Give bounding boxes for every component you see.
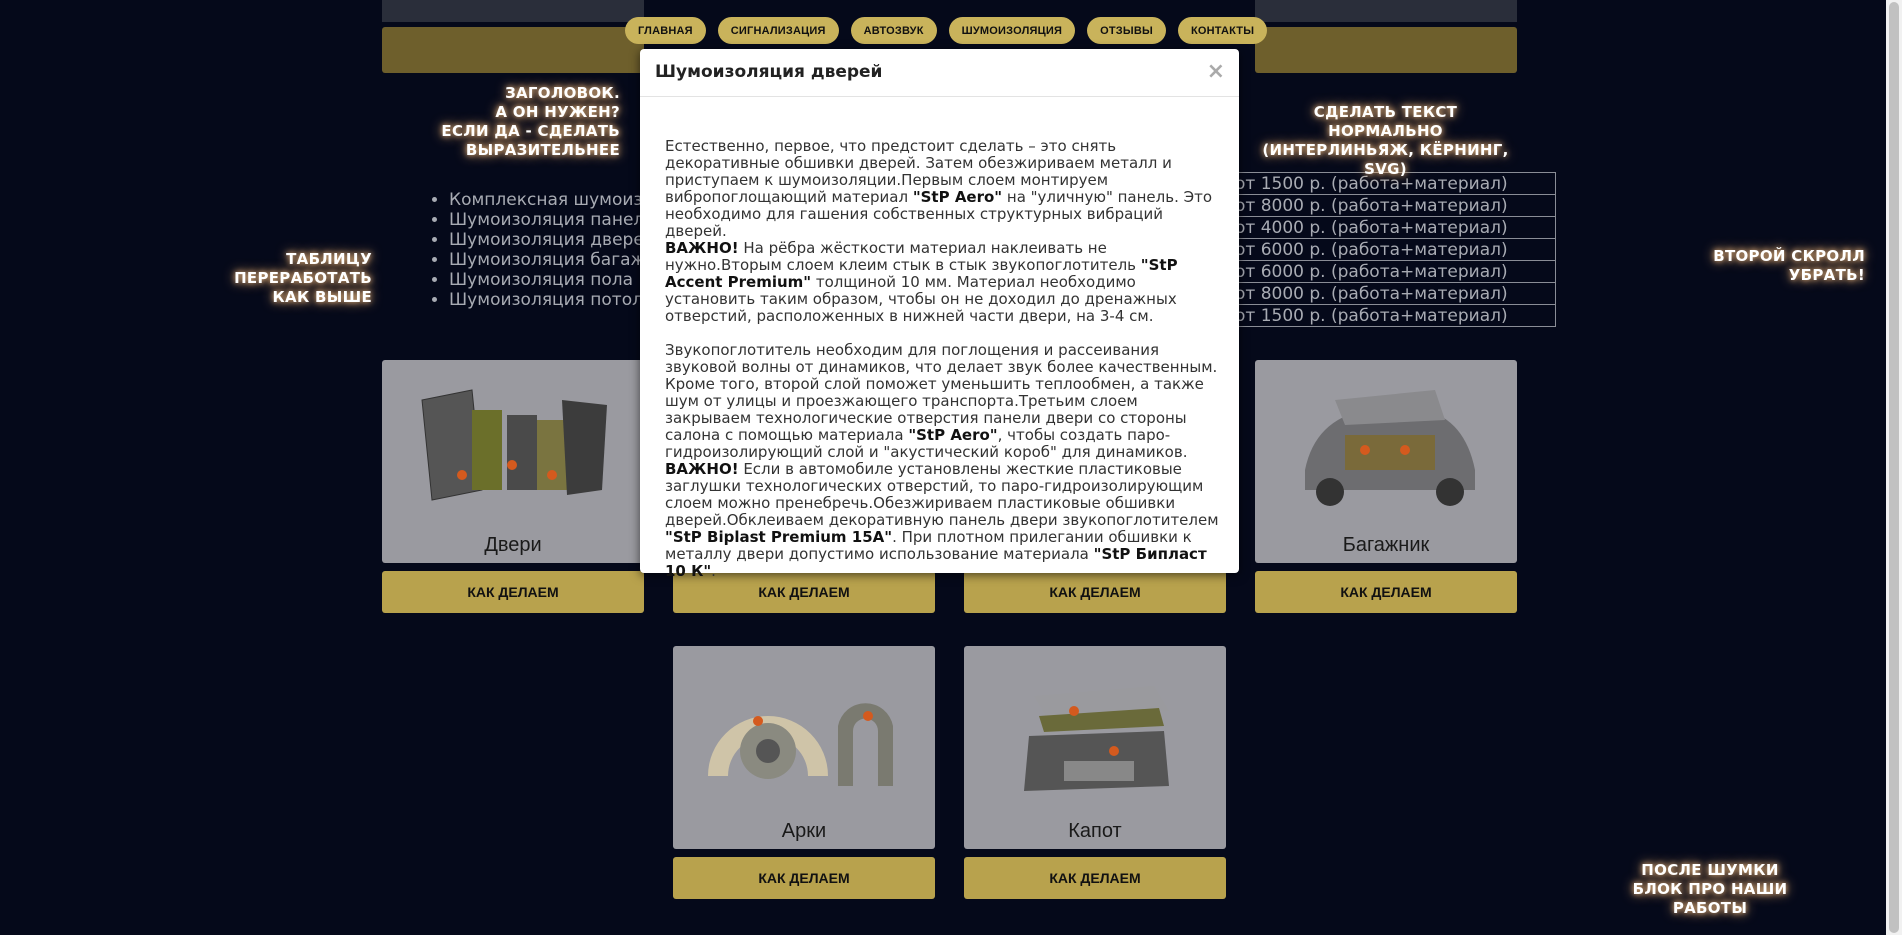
modal-dialog: Шумоизоляция дверей × Естественно, перво… [640,49,1239,580]
nav-soundproofing[interactable]: ШУМОИЗОЛЯЦИЯ [948,17,1076,44]
note-header: ЗАГОЛОВОК. А ОН НУЖЕН? ЕСЛИ ДА - СДЕЛАТЬ… [325,84,620,160]
note-line: ВТОРОЙ СКРОЛЛ [1713,247,1865,265]
note-text: СДЕЛАТЬ ТЕКСТ НОРМАЛЬНО (ИНТЕРЛИНЬЯЖ, КЁ… [1258,103,1513,179]
note-scroll: ВТОРОЙ СКРОЛЛ УБРАТЬ! [1710,247,1865,285]
note-line: УБРАТЬ! [1788,266,1865,284]
price-table: от 1500 р. (работа+материал) от 8000 р. … [1196,172,1556,327]
car-trunk-illustration [1305,390,1475,506]
note-line: (ИНТЕРЛИНЬЯЖ, КЁРНИНГ, SVG) [1262,141,1509,178]
dim-block-left-top [382,0,644,22]
note-line: ТАБЛИЦУ ПЕРЕРАБОТАТЬ [234,250,372,287]
dim-button-left [382,27,644,73]
price-cell: от 6000 р. (работа+материал) [1196,260,1556,283]
note-line: ЗАГОЛОВОК. [505,84,620,102]
nav-home[interactable]: ГЛАВНАЯ [625,17,706,44]
material-name: "StP Biplast Premium 15A" [665,528,893,546]
how-we-do-button[interactable]: КАК ДЕЛАЕМ [673,857,935,899]
note-line: ПОСЛЕ ШУМКИ [1641,861,1779,879]
price-cell: от 8000 р. (работа+материал) [1196,282,1556,305]
page-scrollbar[interactable] [1886,0,1902,935]
card-hood: Капот КАК ДЕЛАЕМ [964,646,1226,899]
note-table: ТАБЛИЦУ ПЕРЕРАБОТАТЬ КАК ВЫШЕ [150,250,372,307]
nav-contacts[interactable]: КОНТАКТЫ [1177,17,1268,44]
material-name: "StP Aero" [912,188,1003,206]
card-label: Багажник [1342,534,1430,556]
doors-image: Двери [382,360,644,563]
important-label: ВАЖНО! [665,460,739,478]
how-we-do-button[interactable]: КАК ДЕЛАЕМ [1255,571,1517,613]
hood-image: Капот [964,646,1226,849]
table-row: от 1500 р. (работа+материал) [1196,304,1556,327]
note-line: А ОН НУЖЕН? [495,103,620,121]
card-doors: Двери КАК ДЕЛАЕМ [382,360,644,613]
price-cell: от 1500 р. (работа+материал) [1196,304,1556,327]
nav-car-audio[interactable]: АВТОЗВУК [850,17,937,44]
door-parts-illustration [421,389,607,501]
car-hood-illustration [1024,686,1169,791]
card-label: Двери [484,534,542,556]
how-we-do-button[interactable]: КАК ДЕЛАЕМ [382,571,644,613]
how-we-do-button[interactable]: КАК ДЕЛАЕМ [964,857,1226,899]
text-segment: Если в автомобиле установлены жесткие пл… [665,460,1219,529]
trunk-image: Багажник [1255,360,1517,563]
note-after: ПОСЛЕ ШУМКИ БЛОК ПРО НАШИ РАБОТЫ [1600,861,1820,918]
table-row: от 8000 р. (работа+материал) [1196,194,1556,217]
nav-alarm[interactable]: СИГНАЛИЗАЦИЯ [717,17,839,44]
table-row: от 6000 р. (работа+материал) [1196,238,1556,261]
modal-paragraph: Естественно, первое, что предстоит сдела… [665,138,1221,325]
modal-header: Шумоизоляция дверей × [640,49,1239,97]
arches-image: Арки [673,646,935,849]
modal-title: Шумоизоляция дверей [655,62,883,82]
price-cell: от 8000 р. (работа+материал) [1196,194,1556,217]
card-label: Арки [781,820,827,842]
note-line: БЛОК ПРО НАШИ РАБОТЫ [1632,880,1788,917]
note-line: КАК ВЫШЕ [272,288,372,306]
table-row: от 4000 р. (работа+материал) [1196,216,1556,239]
table-row: от 6000 р. (работа+материал) [1196,260,1556,283]
important-label: ВАЖНО! [665,239,739,257]
wheel-arch-illustration [708,703,893,786]
note-line: СДЕЛАТЬ ТЕКСТ НОРМАЛЬНО [1313,103,1458,140]
card-trunk: Багажник КАК ДЕЛАЕМ [1255,360,1517,613]
material-name: "StP Aero" [908,426,998,444]
table-row: от 8000 р. (работа+материал) [1196,282,1556,305]
dim-button-right [1255,27,1517,73]
dim-block-right-top [1255,0,1517,22]
top-navigation: ГЛАВНАЯ СИГНАЛИЗАЦИЯ АВТОЗВУК ШУМОИЗОЛЯЦ… [625,17,1268,44]
nav-reviews[interactable]: ОТЗЫВЫ [1087,17,1166,44]
card-label: Капот [1068,820,1122,842]
text-segment: . [711,562,716,580]
price-cell: от 4000 р. (работа+материал) [1196,216,1556,239]
modal-paragraph: Звукопоглотитель необходим для поглощени… [665,342,1221,580]
close-icon[interactable]: × [1207,59,1225,84]
price-cell: от 6000 р. (работа+материал) [1196,238,1556,261]
note-line: ЕСЛИ ДА - СДЕЛАТЬ ВЫРАЗИТЕЛЬНЕЕ [441,122,620,159]
scrollbar-thumb[interactable] [1889,2,1899,933]
card-arches: Арки КАК ДЕЛАЕМ [673,646,935,899]
modal-body: Естественно, первое, что предстоит сдела… [665,138,1221,597]
